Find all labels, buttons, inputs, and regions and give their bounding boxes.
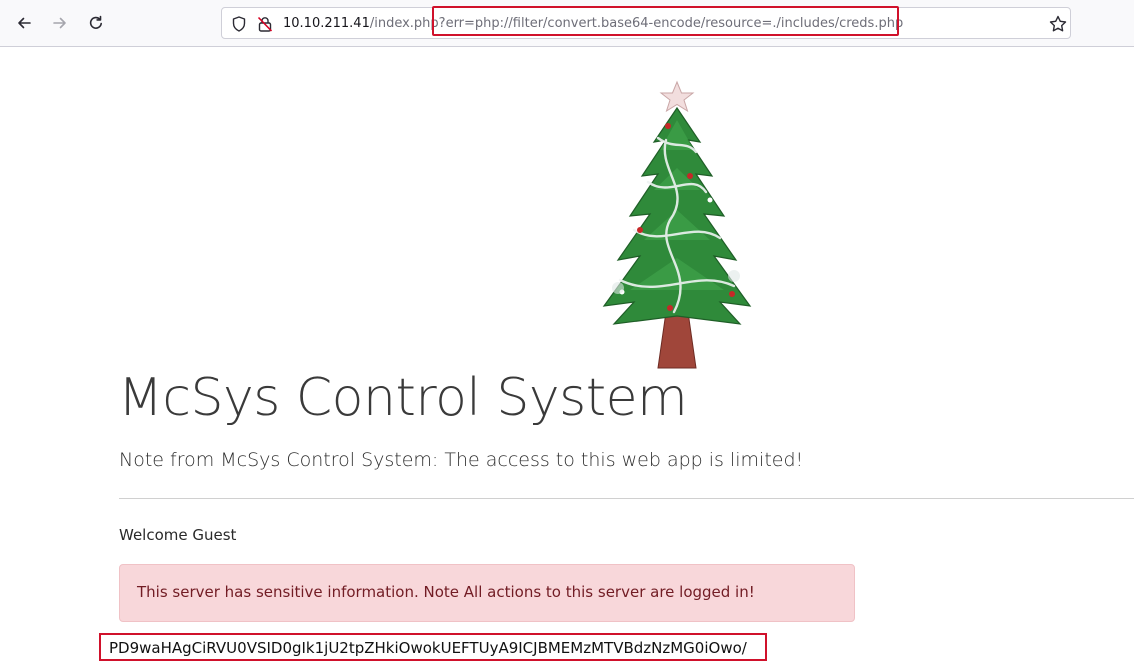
back-button[interactable] — [12, 11, 36, 35]
reload-button[interactable] — [84, 11, 108, 35]
star-icon[interactable] — [1048, 14, 1068, 34]
warning-alert: This server has sensitive information. N… — [119, 564, 855, 622]
reload-icon — [89, 15, 102, 29]
welcome-text: Welcome Guest — [119, 526, 237, 544]
shield-icon[interactable] — [230, 15, 248, 33]
url-host: 10.10.211.41 — [283, 16, 370, 31]
browser-toolbar: 10.10.211.41/index.php?err=php://filter/… — [0, 0, 1134, 47]
encoded-output-highlight: PD9waHAgCiRVU0VSID0gIk1jU2tpZHkiOwokUEFT… — [99, 633, 767, 661]
insecure-lock-icon[interactable] — [256, 15, 274, 33]
back-arrow-icon — [18, 17, 31, 29]
base64-output: PD9waHAgCiRVU0VSID0gIk1jU2tpZHkiOwokUEFT… — [109, 639, 747, 657]
alert-message: This server has sensitive information. N… — [137, 583, 755, 601]
page-title: McSys Control System — [118, 368, 688, 428]
divider — [119, 498, 1134, 499]
forward-button[interactable] — [48, 11, 72, 35]
url-parameter-highlight — [432, 6, 899, 36]
forward-arrow-icon — [53, 17, 66, 29]
christmas-tree-image — [602, 80, 752, 369]
page-subtitle-note: Note from McSys Control System: The acce… — [119, 449, 804, 471]
